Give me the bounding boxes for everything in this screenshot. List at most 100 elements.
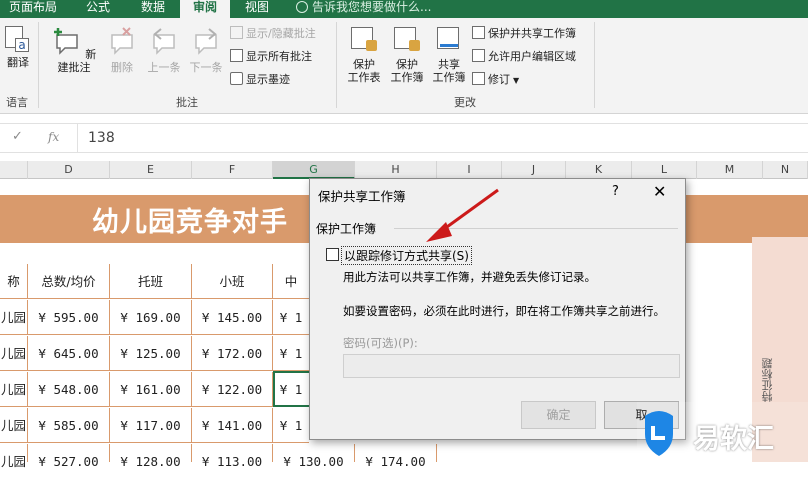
delete-comment-icon bbox=[111, 27, 133, 55]
table-cell[interactable]: ¥ 172.00 bbox=[192, 336, 273, 371]
sheet-title[interactable]: 幼儿园竞争对手 bbox=[92, 200, 288, 239]
table-cell[interactable]: ¥ 1 bbox=[273, 336, 309, 371]
column-header-h[interactable]: H bbox=[355, 161, 437, 179]
table-cell[interactable]: ¥ 161.00 bbox=[110, 372, 192, 407]
table-cell[interactable]: 儿园 bbox=[0, 300, 28, 335]
delete-comment-button[interactable]: 删除 bbox=[104, 26, 140, 74]
allow-edit-ranges-label: 允许用户编辑区域 bbox=[488, 50, 576, 63]
column-header-l[interactable]: L bbox=[632, 161, 697, 179]
table-header-cell[interactable]: 称 bbox=[0, 264, 28, 299]
column-header-i[interactable]: I bbox=[437, 161, 502, 179]
tell-me-text: 告诉我您想要做什么... bbox=[312, 0, 432, 14]
column-header-j[interactable]: J bbox=[502, 161, 566, 179]
table-header-cell[interactable]: 中 bbox=[273, 264, 309, 299]
column-header-f[interactable]: F bbox=[192, 161, 273, 179]
table-cell[interactable]: ¥ 527.00 bbox=[28, 444, 110, 469]
column-headers: D E F G H I J K L M N bbox=[0, 161, 808, 179]
lock-icon bbox=[472, 26, 485, 39]
show-ink-label: 显示墨迹 bbox=[246, 73, 290, 86]
chevron-down-icon: ▼ bbox=[513, 76, 520, 85]
table-header-cell[interactable]: 托班 bbox=[110, 264, 192, 299]
tab-data[interactable]: 数据 bbox=[128, 0, 178, 18]
table-cell[interactable]: ¥ 169.00 bbox=[110, 300, 192, 335]
show-all-comments-button[interactable]: 显示所有批注 bbox=[230, 49, 312, 65]
previous-label: 上一条 bbox=[147, 61, 181, 74]
share-workbook-button[interactable]: 共享 工作簿 bbox=[428, 26, 470, 84]
table-cell[interactable]: ¥ 548.00 bbox=[28, 372, 110, 407]
share-with-track-changes-label[interactable]: 以跟踪修订方式共享(S) bbox=[341, 246, 472, 265]
ink-icon bbox=[230, 72, 243, 85]
table-cell[interactable]: ¥ 125.00 bbox=[110, 336, 192, 371]
table-cell[interactable]: ¥ 145.00 bbox=[192, 300, 273, 335]
table-cell[interactable]: ¥ 585.00 bbox=[28, 408, 110, 443]
show-ink-button[interactable]: 显示墨迹 bbox=[230, 72, 290, 88]
table-header-cell[interactable]: 总数/均价 bbox=[28, 264, 110, 299]
tab-formulas[interactable]: 公式 bbox=[70, 0, 126, 18]
table-cell[interactable]: ¥ 128.00 bbox=[110, 444, 192, 469]
next-comment-button[interactable]: 下一条 bbox=[186, 26, 226, 74]
translate-label: 翻译 bbox=[7, 56, 29, 69]
table-cell[interactable]: ¥ 130.00 bbox=[273, 444, 355, 469]
side-chart-label: 特征标题 bbox=[761, 358, 774, 402]
formula-bar: ✓ fx 138 bbox=[0, 123, 808, 153]
language-group-label: 语言 bbox=[6, 96, 28, 109]
table-cell[interactable]: ¥ 174.00 bbox=[355, 444, 437, 469]
tab-review[interactable]: 审阅 bbox=[180, 0, 230, 18]
lightbulb-icon bbox=[296, 1, 308, 13]
watermark-text: 易软汇 bbox=[693, 424, 774, 455]
table-cell[interactable]: 儿园 bbox=[0, 336, 28, 371]
column-header-partial[interactable] bbox=[0, 161, 28, 179]
tell-me-search[interactable]: 告诉我您想要做什么... bbox=[296, 0, 431, 18]
active-cell-selection bbox=[273, 371, 311, 407]
table-cell[interactable]: 儿园 bbox=[0, 372, 28, 407]
previous-comment-button[interactable]: 上一条 bbox=[144, 26, 184, 74]
help-icon[interactable]: ? bbox=[612, 184, 619, 199]
allow-edit-ranges-button[interactable]: 允许用户编辑区域 bbox=[472, 49, 576, 65]
table-cell[interactable]: ¥ 141.00 bbox=[192, 408, 273, 443]
formula-bar-icons: ✓ fx bbox=[0, 124, 78, 152]
protect-sheet-label-1: 保护 bbox=[353, 58, 375, 71]
password-field[interactable] bbox=[343, 354, 680, 378]
table-cell[interactable]: ¥ 1 bbox=[273, 408, 309, 443]
show-hide-comment-button[interactable]: 显示/隐藏批注 bbox=[230, 26, 316, 42]
protect-sheet-button[interactable]: 保护 工作表 bbox=[343, 26, 385, 84]
table-cell[interactable]: ¥ 645.00 bbox=[28, 336, 110, 371]
check-icon[interactable]: ✓ bbox=[12, 129, 23, 144]
translate-button[interactable]: a 翻译 bbox=[4, 26, 32, 69]
table-cell[interactable]: 儿园 bbox=[0, 444, 28, 469]
protect-workbook-button[interactable]: 保护 工作簿 bbox=[386, 26, 428, 84]
table-cell[interactable]: ¥ 595.00 bbox=[28, 300, 110, 335]
delete-label: 删除 bbox=[111, 61, 133, 74]
dialog-password-note: 如要设置密码，必须在此时进行，即在将工作簿共享之前进行。 bbox=[343, 304, 665, 318]
close-icon[interactable]: ✕ bbox=[653, 182, 666, 201]
changes-group-label: 更改 bbox=[454, 96, 476, 109]
formula-input[interactable]: 138 bbox=[88, 130, 115, 146]
table-cell[interactable]: ¥ 122.00 bbox=[192, 372, 273, 407]
new-comment-button[interactable]: 新建批注 bbox=[48, 26, 100, 74]
column-header-n[interactable]: N bbox=[763, 161, 808, 179]
share-with-track-changes-checkbox[interactable] bbox=[326, 248, 339, 261]
protect-share-button[interactable]: 保护并共享工作簿 bbox=[472, 26, 576, 42]
table-cell[interactable]: ¥ 113.00 bbox=[192, 444, 273, 469]
ribbon: a 翻译 语言 新建批注 删除 上一条 下一条 显示/隐藏批注 显示所有批注 显… bbox=[0, 18, 808, 114]
table-cell[interactable]: 儿园 bbox=[0, 408, 28, 443]
column-header-g[interactable]: G bbox=[273, 161, 355, 179]
table-cell[interactable]: ¥ 117.00 bbox=[110, 408, 192, 443]
comment-toggle-icon bbox=[230, 26, 243, 39]
dialog-section-title: 保护工作簿 bbox=[316, 222, 377, 236]
share-workbook-label-2: 工作簿 bbox=[432, 71, 466, 84]
table-cell[interactable]: ¥ 1 bbox=[273, 300, 309, 335]
track-changes-button[interactable]: 修订 ▼ bbox=[472, 72, 519, 88]
column-header-k[interactable]: K bbox=[566, 161, 632, 179]
protect-shared-workbook-dialog: 保护共享工作簿 ? ✕ 保护工作簿 以跟踪修订方式共享(S) 用此方法可以共享工… bbox=[309, 178, 686, 440]
column-header-e[interactable]: E bbox=[110, 161, 192, 179]
tab-page-layout[interactable]: 页面布局 bbox=[0, 0, 66, 18]
fx-icon[interactable]: fx bbox=[48, 130, 59, 144]
divider bbox=[336, 22, 337, 108]
ok-button[interactable]: 确定 bbox=[521, 401, 596, 429]
column-header-m[interactable]: M bbox=[697, 161, 763, 179]
table-header-cell[interactable]: 小班 bbox=[192, 264, 273, 299]
password-label: 密码(可选)(P): bbox=[343, 336, 418, 350]
column-header-d[interactable]: D bbox=[28, 161, 110, 179]
tab-view[interactable]: 视图 bbox=[232, 0, 282, 18]
